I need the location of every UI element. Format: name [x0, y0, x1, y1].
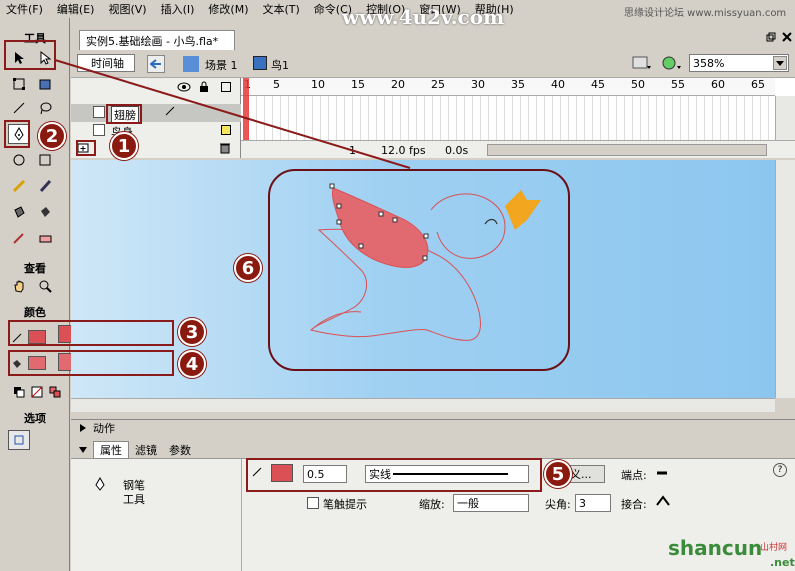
callout-number: 3 [178, 318, 206, 346]
callout-number: 4 [178, 350, 206, 378]
callout-number: 6 [234, 254, 262, 282]
callout-line [54, 59, 411, 169]
callout-number: 1 [110, 132, 138, 160]
callout-number: 5 [544, 460, 572, 488]
callout-number: 2 [38, 122, 66, 150]
